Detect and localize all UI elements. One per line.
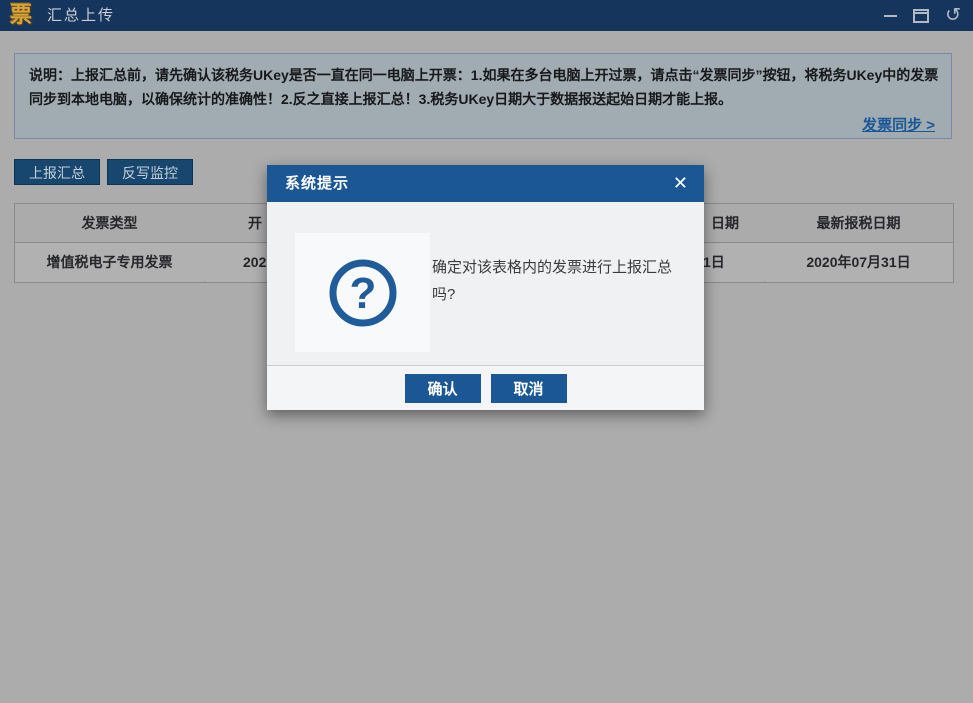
- minimize-icon: [884, 14, 898, 17]
- cell-invoice-type: 增值税电子专用发票: [46, 254, 173, 270]
- restore-button[interactable]: [913, 7, 930, 25]
- confirm-button[interactable]: 确认: [404, 374, 481, 403]
- dialog-body: ? 确定对该表格内的发票进行上报汇总吗?: [267, 202, 704, 365]
- header-latest-tax-date: 最新报税日期: [816, 215, 901, 231]
- titlebar: 票 汇总上传 ↺: [0, 0, 973, 31]
- app-logo-icon: 票: [9, 2, 32, 27]
- dialog-title: 系统提示: [285, 175, 350, 192]
- notice-panel: 说明：上报汇总前，请先确认该税务UKey是否一直在同一电脑上开票：1.如果在多台…: [14, 53, 952, 139]
- undo-button[interactable]: ↺: [945, 4, 961, 26]
- question-icon-panel: ?: [295, 233, 430, 352]
- notice-link-row: 发票同步 >: [29, 114, 939, 135]
- toolbar: 上报汇总 反写监控: [14, 159, 193, 185]
- window-controls: ↺: [884, 0, 961, 31]
- dialog-titlebar: 系统提示 ✕: [267, 165, 704, 202]
- invoice-sync-link[interactable]: 发票同步 >: [862, 117, 935, 134]
- writeback-monitor-button[interactable]: 反写监控: [107, 159, 193, 185]
- system-prompt-dialog: 系统提示 ✕ ? 确定对该表格内的发票进行上报汇总吗? 确认 取消: [267, 165, 704, 410]
- notice-text: 说明：上报汇总前，请先确认该税务UKey是否一直在同一电脑上开票：1.如果在多台…: [29, 67, 939, 107]
- close-icon: ✕: [672, 173, 688, 193]
- question-icon: ?: [329, 259, 396, 326]
- dialog-footer: 确认 取消: [267, 365, 704, 410]
- cell-partial-left: 202: [243, 254, 267, 270]
- dialog-message: 确定对该表格内的发票进行上报汇总吗?: [432, 259, 673, 303]
- window-title: 汇总上传: [47, 7, 116, 24]
- cancel-button[interactable]: 取消: [490, 374, 567, 403]
- window-restore-icon: [913, 8, 930, 23]
- cell-partial-right: 1日: [703, 254, 725, 270]
- header-invoice-type: 发票类型: [81, 215, 138, 231]
- header-partial-right: 日期: [711, 215, 739, 231]
- report-summary-button[interactable]: 上报汇总: [14, 159, 100, 185]
- dialog-close-button[interactable]: ✕: [669, 165, 692, 202]
- cell-latest-tax-date: 2020年07月31日: [806, 254, 911, 270]
- app-window: 票 汇总上传 ↺ 说明：上报汇总前，请先确认该税务UKey是否一直在同一电脑上开…: [0, 0, 973, 703]
- minimize-button[interactable]: [884, 7, 898, 25]
- question-mark-glyph: ?: [349, 269, 376, 318]
- header-partial-left: 开: [248, 215, 262, 231]
- undo-icon: ↺: [945, 4, 961, 26]
